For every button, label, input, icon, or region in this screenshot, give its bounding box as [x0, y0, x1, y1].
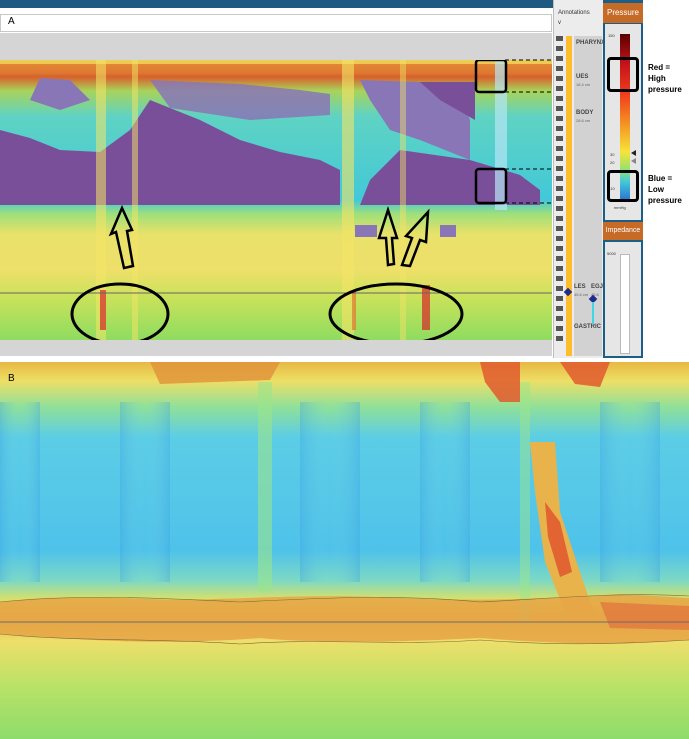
- annotations-title: Annotations: [558, 10, 590, 16]
- impedance-header: Impedance: [603, 222, 643, 240]
- pressure-tick-30: 30: [610, 152, 615, 157]
- pressure-topography-a: [0, 60, 552, 340]
- impedance-scale: [620, 254, 630, 354]
- legend-high-line-1: Red = High: [648, 63, 671, 83]
- time-ruler[interactable]: [0, 14, 552, 32]
- legend-high-line-2: pressure: [648, 85, 682, 94]
- region-gastric: GASTRIC: [574, 324, 601, 330]
- region-les: LES: [574, 284, 586, 290]
- region-les-depth: 45.6 cm: [574, 292, 589, 297]
- region-pharynx: PHARYNX: [576, 40, 606, 46]
- region-ues-depth: 18.4 cm: [576, 82, 591, 87]
- pressure-tick-20: 20: [610, 160, 615, 165]
- panel-b-label: B: [8, 373, 15, 384]
- high-pressure-highlight: [607, 57, 639, 92]
- panel-a: A Annotations v PHARYNX UES 18.4 cm BODY…: [0, 0, 689, 362]
- pressure-unit: mmHg: [614, 205, 626, 210]
- panel-a-label: A: [8, 16, 15, 27]
- annotations-dropdown-icon[interactable]: v: [558, 20, 561, 26]
- legend-low-line-1: Blue = Low: [648, 174, 673, 194]
- legend-low-line-2: pressure: [648, 196, 682, 205]
- pressure-max-label: 150: [608, 33, 615, 38]
- region-ues: UES: [576, 74, 589, 80]
- region-body-depth: 28.6 cm: [576, 118, 591, 123]
- low-pressure-highlight: [607, 170, 639, 202]
- upper-grey-band: [0, 33, 552, 60]
- app-title-bar: [0, 0, 556, 8]
- lower-grey-band: [0, 340, 552, 356]
- threshold-pointer-2-icon[interactable]: [631, 158, 636, 164]
- position-bar: [566, 36, 572, 356]
- legend-low-pressure: Blue = Low pressure: [648, 173, 689, 206]
- region-body: BODY: [576, 110, 594, 116]
- threshold-pointer-icon[interactable]: [631, 150, 636, 156]
- pressure-topography-b: [0, 362, 689, 739]
- annotations-column: Annotations v PHARYNX UES 18.4 cm BODY 2…: [553, 0, 606, 358]
- region-egj: EGJ: [591, 284, 604, 290]
- impedance-max-label: 5000: [607, 251, 616, 256]
- legend-high-pressure: Red = High pressure: [648, 62, 689, 95]
- pressure-header: Pressure: [603, 3, 643, 23]
- egj-marker-line: [592, 302, 594, 324]
- sensor-markers: [556, 36, 563, 346]
- panel-b: B: [0, 362, 689, 739]
